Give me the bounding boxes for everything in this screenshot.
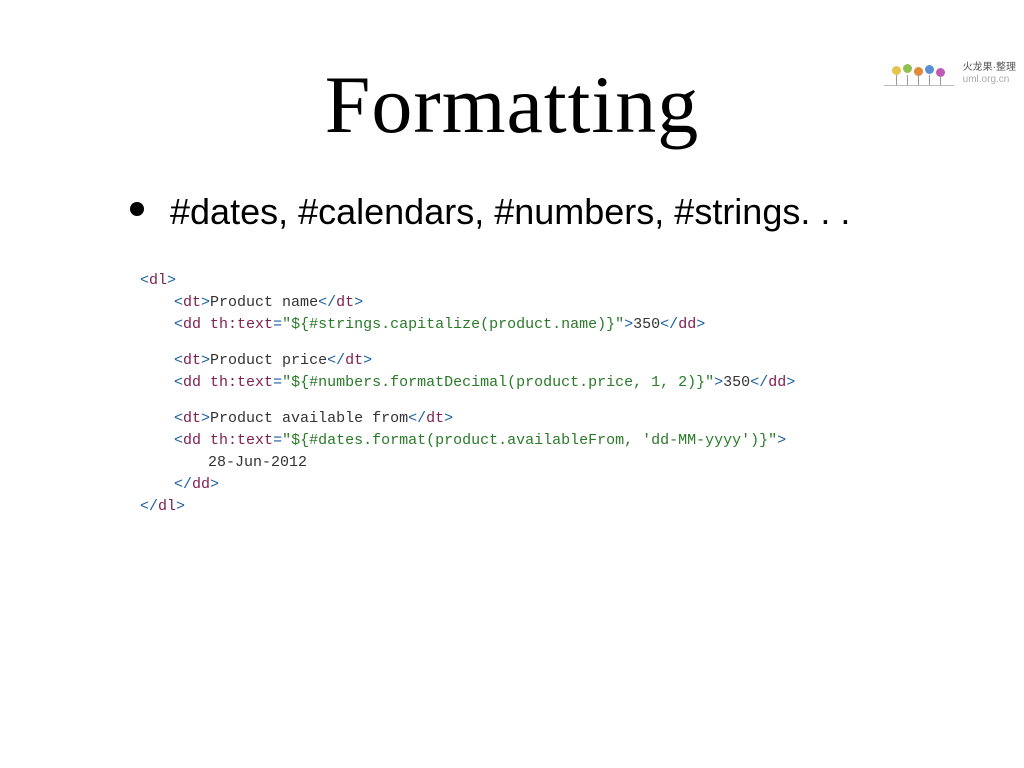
code-text: Product price xyxy=(210,352,327,369)
code-text: Product name xyxy=(210,294,318,311)
code-text: Product available from xyxy=(210,410,408,427)
slide-title: Formatting xyxy=(0,58,1024,152)
code-token: dt xyxy=(345,352,363,369)
code-attr: th:text xyxy=(210,316,273,333)
code-text: 350 xyxy=(723,374,750,391)
code-token: dt xyxy=(183,352,201,369)
code-token: dt xyxy=(426,410,444,427)
code-token: dt xyxy=(336,294,354,311)
code-string: "${#numbers.formatDecimal(product.price,… xyxy=(282,374,714,391)
code-token: dd xyxy=(192,476,210,493)
code-token: dl xyxy=(149,272,167,289)
bullet-block: #dates, #calendars, #numbers, #strings. … xyxy=(130,188,944,236)
code-attr: th:text xyxy=(210,374,273,391)
watermark-text: 火龙果·整理 uml.org.cn xyxy=(963,62,1016,86)
code-token: dd xyxy=(183,374,201,391)
code-string: "${#dates.format(product.availableFrom, … xyxy=(282,432,777,449)
code-attr: th:text xyxy=(210,432,273,449)
code-token: dl xyxy=(158,498,176,515)
code-string: "${#strings.capitalize(product.name)}" xyxy=(282,316,624,333)
code-text: 28-Jun-2012 xyxy=(208,454,307,471)
code-token: dd xyxy=(768,374,786,391)
code-token: dd xyxy=(678,316,696,333)
code-token: dt xyxy=(183,410,201,427)
watermark-icon xyxy=(890,64,950,92)
code-sample: <dl> <dt>Product name</dt> <dd th:text="… xyxy=(140,270,1024,518)
bullet-text: #dates, #calendars, #numbers, #strings. … xyxy=(170,188,850,236)
code-token: dt xyxy=(183,294,201,311)
watermark-line2: uml.org.cn xyxy=(963,74,1016,86)
code-text: 350 xyxy=(633,316,660,333)
bullet-dot-icon xyxy=(130,202,144,216)
code-token: dd xyxy=(183,316,201,333)
code-token: dd xyxy=(183,432,201,449)
watermark-line1: 火龙果·整理 xyxy=(963,62,1016,74)
